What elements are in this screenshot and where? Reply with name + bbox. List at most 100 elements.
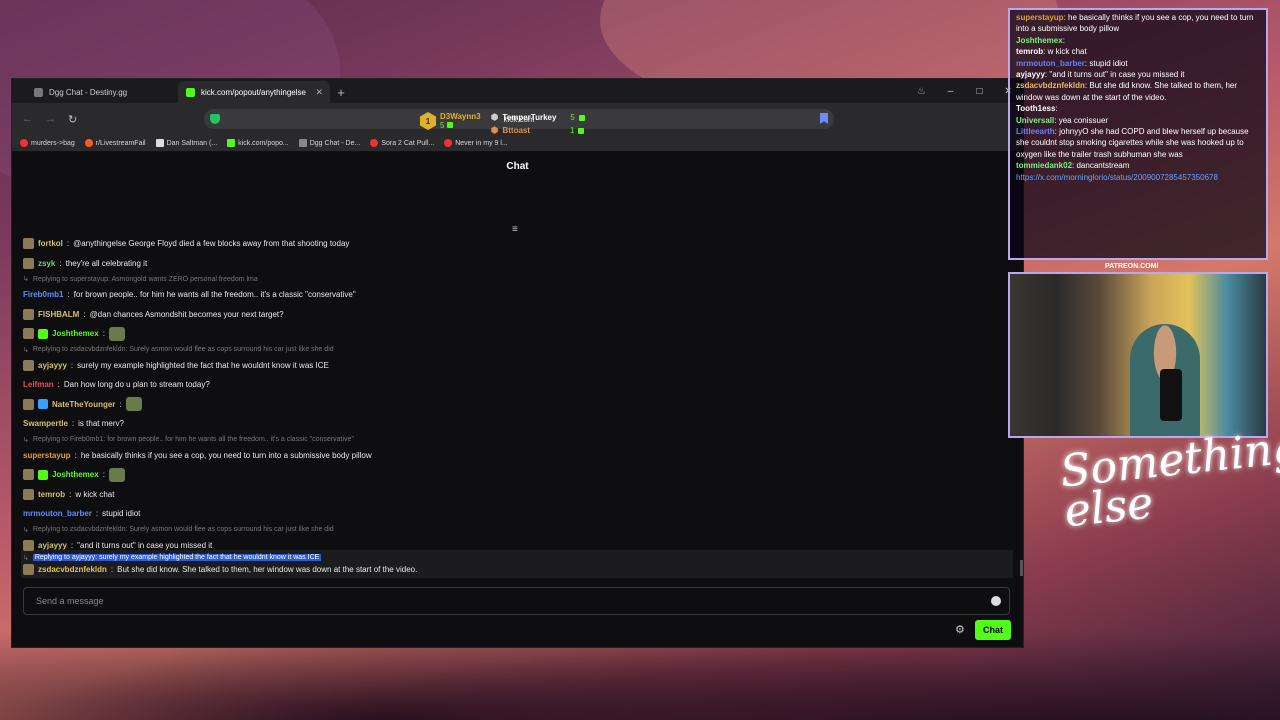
- leader-first[interactable]: 1 D3Waynn3 5: [420, 112, 481, 130]
- bookmark-item[interactable]: r/LivestreamFail: [84, 139, 146, 147]
- chat-message[interactable]: Swampertle: is that merv?: [23, 414, 1013, 434]
- chat-message[interactable]: NateTheYounger:: [23, 395, 1013, 415]
- separator: :: [1062, 35, 1065, 45]
- leader-count: 5: [570, 113, 575, 122]
- username[interactable]: fortkol: [38, 239, 63, 248]
- forward-icon[interactable]: →: [45, 113, 56, 125]
- flame-icon[interactable]: ♨: [907, 86, 936, 97]
- tab-dgg-chat[interactable]: Dgg Chat - Destiny.gg: [26, 81, 178, 103]
- overlay-text: dancantstream: [1076, 161, 1130, 171]
- separator: :: [69, 489, 72, 499]
- overlay-message: Littleearth: johnyyO she had COPD and bl…: [1016, 126, 1260, 160]
- username[interactable]: NateTheYounger: [52, 400, 115, 409]
- username[interactable]: Fireb0mb1: [23, 290, 63, 299]
- username[interactable]: zsdacvbdznfekldn: [38, 565, 107, 574]
- reply-context[interactable]: ↳ Replying to zsdacvbdznfekldn: Surely as…: [23, 344, 1013, 356]
- bookmark-label: murders->bag: [31, 139, 75, 147]
- chat-message[interactable]: temrob: w kick chat: [23, 485, 1013, 505]
- bookmark-item[interactable]: kick.com/popo...: [227, 139, 289, 147]
- kick-gem-icon: [578, 114, 585, 121]
- reply-text: Replying to Fireb0mb1: for brown people.…: [32, 436, 354, 443]
- chat-message[interactable]: Joshthemex:: [23, 324, 1013, 344]
- overlay-message: ayjayyy: "and it turns out" in case you …: [1016, 69, 1260, 80]
- username[interactable]: Swampertle: [23, 419, 68, 428]
- username[interactable]: Joshthemex: [52, 470, 99, 479]
- message-text: they're all celebrating it: [65, 258, 148, 268]
- username[interactable]: zsyk: [38, 259, 55, 268]
- chat-message[interactable]: Joshthemex:: [23, 465, 1013, 485]
- chat-message[interactable]: Leifman: Dan how long do u plan to stream…: [23, 375, 1013, 395]
- avatar: [23, 539, 34, 551]
- separator: :: [83, 309, 86, 319]
- overlay-username: mrmouton_barber: [1016, 58, 1085, 68]
- signature-logo: Something else: [1057, 421, 1280, 538]
- bookmark-item[interactable]: Dgg Chat - De...: [298, 139, 360, 147]
- emoji-icon[interactable]: [991, 596, 1001, 606]
- chat-message[interactable]: zsyk: they're all celebrating it: [23, 254, 1013, 274]
- avatar: [23, 257, 34, 269]
- leader-second[interactable]: ⬢ TemperTurkey 5: [491, 112, 585, 123]
- message-text: But she did know. She talked to them, he…: [117, 564, 418, 574]
- chat-message[interactable]: FISHBALM: @dan chances Asmondshit becomes…: [23, 305, 1013, 325]
- chat-message[interactable]: fortkol: @anythingelse George Floyd died …: [23, 234, 1013, 254]
- message-input[interactable]: Send a message: [23, 587, 1010, 615]
- gear-icon[interactable]: ⚙: [955, 623, 965, 636]
- reload-icon[interactable]: ↻: [68, 113, 77, 126]
- username[interactable]: superstayup: [23, 451, 71, 460]
- overlay-text: w kick chat: [1047, 47, 1087, 57]
- username[interactable]: temrob: [38, 490, 65, 499]
- window-controls: ♨ – □ ✕: [907, 79, 1023, 103]
- reply-context[interactable]: ↳ Replying to Fireb0mb1: for brown people…: [23, 434, 1013, 446]
- overlay-message: tommiedank02: dancantstream: [1016, 160, 1260, 171]
- emote-icon[interactable]: [125, 397, 142, 412]
- separator: :: [67, 290, 70, 300]
- reply-context[interactable]: ↳ Replying to zsdacvbdznfekldn: Surely as…: [23, 524, 1013, 536]
- reply-text: Replying to zsdacvbdznfekldn: Surely asm…: [32, 346, 334, 353]
- bookmark-item[interactable]: Sora 2 Cat Pull...: [370, 139, 434, 147]
- username[interactable]: Leifman: [23, 380, 54, 389]
- overlay-message: https://x.com/morninglorio/status/200900…: [1016, 172, 1260, 183]
- separator: :: [95, 509, 99, 519]
- leader-third[interactable]: ⬢ Bttoast 1: [491, 125, 585, 136]
- username[interactable]: ayjayyy: [38, 541, 67, 550]
- back-icon[interactable]: ←: [22, 113, 33, 125]
- username[interactable]: FISHBALM: [38, 310, 79, 319]
- chat-title: Chat: [506, 160, 529, 172]
- bookmark-item[interactable]: Never in my 9 l...: [444, 139, 508, 147]
- overlay-message: Joshthemex:: [1016, 35, 1260, 46]
- reply-icon: ↳: [23, 436, 29, 444]
- separator: :: [70, 360, 74, 370]
- badge-icon: [38, 469, 48, 480]
- leader-count: 1: [570, 126, 575, 135]
- tab-kick-popout[interactable]: kick.com/popout/anythingelse ✕: [178, 81, 330, 103]
- bookmark-item[interactable]: murders->bag: [20, 139, 75, 147]
- send-chat-button[interactable]: Chat: [975, 620, 1011, 640]
- bookmark-icon[interactable]: [820, 113, 828, 124]
- avatar: [23, 308, 34, 320]
- kick-icon: [227, 139, 236, 147]
- chat-message[interactable]: mrmouton_barber: stupid idiot: [23, 504, 1013, 524]
- bookmark-item[interactable]: Dan Saltman (...: [155, 139, 217, 147]
- overlay-username: tommiedank02: [1016, 161, 1073, 171]
- chat-message[interactable]: Fireb0mb1: for brown people.. for him he …: [23, 285, 1013, 305]
- bookmark-label: r/LivestreamFail: [95, 139, 146, 147]
- minimize-button[interactable]: –: [936, 86, 965, 97]
- chat-message[interactable]: superstayup: he basically thinks if you s…: [23, 446, 1013, 466]
- shield-icon[interactable]: [210, 114, 220, 124]
- overlay-username: zsdacvbdznfekldn: [1016, 81, 1085, 91]
- username[interactable]: Joshthemex: [52, 329, 99, 338]
- scrollbar[interactable]: [1020, 560, 1023, 576]
- maximize-button[interactable]: □: [965, 86, 994, 97]
- username[interactable]: mrmouton_barber: [23, 509, 92, 518]
- emote-icon[interactable]: [108, 326, 125, 341]
- username[interactable]: ayjayyy: [38, 361, 67, 370]
- emote-icon[interactable]: [108, 467, 125, 482]
- close-tab-icon[interactable]: ✕: [315, 87, 323, 98]
- reply-context[interactable]: ↳ Replying to superstayup: Asmongold want…: [23, 273, 1013, 285]
- avatar: [23, 488, 34, 500]
- tab-strip: Dgg Chat - Destiny.gg kick.com/popout/an…: [12, 79, 1023, 103]
- new-tab-button[interactable]: +: [330, 81, 352, 103]
- highlighted-message[interactable]: ↳ Replying to ayjayyy: surely my example …: [23, 552, 1003, 576]
- chat-message[interactable]: ayjayyy: surely my example highlighted th…: [23, 356, 1013, 376]
- message-text: is that merv?: [78, 419, 124, 429]
